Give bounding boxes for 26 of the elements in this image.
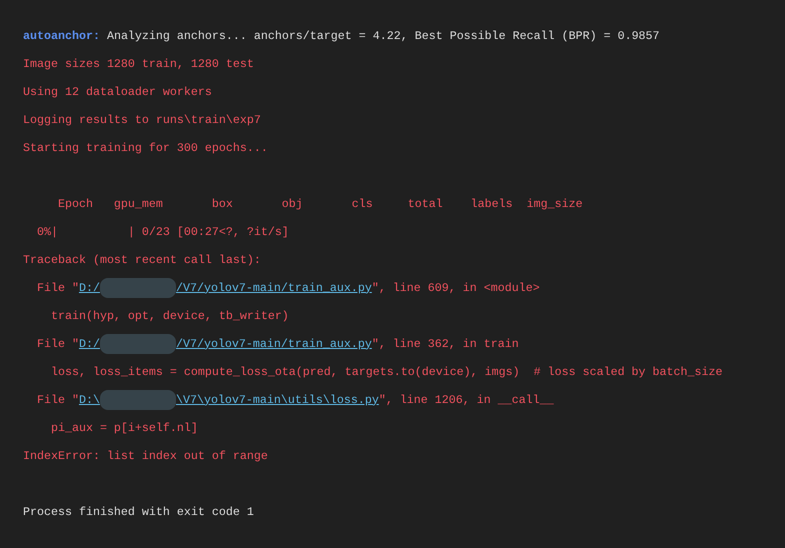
error-text: Logging results to runs\train\exp7 — [23, 112, 261, 128]
error-text: Image sizes 1280 train, 1280 test — [23, 56, 254, 72]
error-text: ", line 609, in <module> — [372, 280, 540, 296]
console-text: Analyzing anchors... anchors/target = 4.22, Best Possible Recall (BPR) = 0.9857 — [106, 28, 660, 44]
error-text: File " — [36, 392, 79, 408]
error-text: ", line 1206, in __call__ — [378, 392, 554, 408]
error-text: ", line 362, in train — [372, 336, 519, 352]
console-text: Process finished with exit code 1 — [23, 504, 254, 520]
error-text: loss, loss_items = compute_loss_ota(pred, targets.to(device), imgs) # loss scaled by batch_size — [50, 364, 722, 380]
error-text: File " — [36, 280, 79, 296]
file-link[interactable]: \V7\yolov7-main\utils\loss.py — [176, 392, 379, 408]
error-text: Starting training for 300 epochs... — [23, 140, 268, 156]
file-link[interactable]: /V7/yolov7-main/train_aux.py — [176, 280, 372, 296]
file-link[interactable]: D:/ — [78, 336, 100, 352]
file-link[interactable]: /V7/yolov7-main/train_aux.py — [176, 336, 372, 352]
file-link[interactable]: D:\ — [78, 392, 100, 408]
error-text: train(hyp, opt, device, tb_writer) — [50, 308, 289, 324]
error-text: Using 12 dataloader workers — [23, 84, 212, 100]
error-text: IndexError: list index out of range — [23, 448, 268, 464]
prompt-label: autoanchor: — [23, 28, 100, 44]
error-text: File " — [36, 336, 79, 352]
error-text: 0%| | 0/23 [00:27<?, ?it/s] — [36, 224, 289, 240]
error-text: pi_aux = p[i+self.nl] — [50, 420, 198, 436]
file-link[interactable]: D:/ — [78, 280, 100, 296]
error-text: Traceback (most recent call last): — [23, 252, 261, 268]
error-text: Epoch gpu_mem box obj cls total labels img_size — [56, 196, 583, 212]
